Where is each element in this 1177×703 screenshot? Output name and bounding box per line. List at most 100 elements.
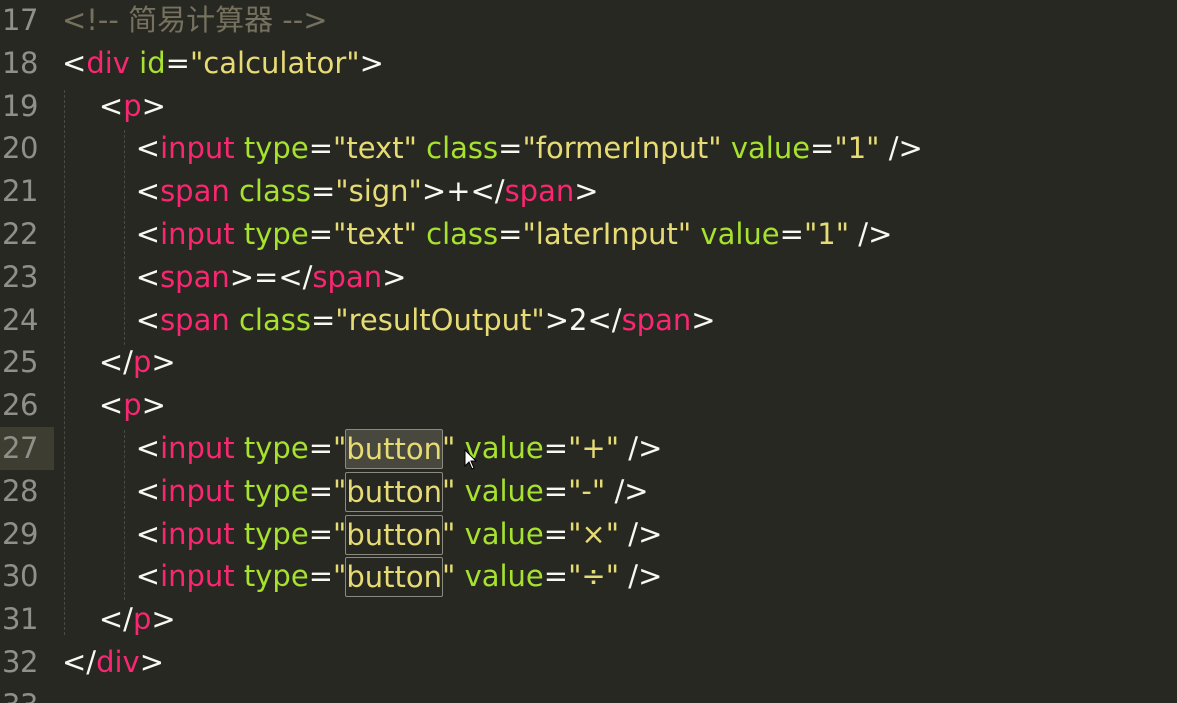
- line-code[interactable]: <div id="calculator">: [62, 42, 384, 85]
- code-line[interactable]: 20 <input type="text" class="formerInput…: [0, 127, 1177, 170]
- code-token: <: [135, 473, 161, 508]
- code-line[interactable]: 30 <input type="button" value="÷" />: [0, 555, 1177, 598]
- code-line[interactable]: 21 <span class="sign">+</span>: [0, 170, 1177, 213]
- code-line[interactable]: 32 </div>: [0, 641, 1177, 684]
- code-line[interactable]: 22 <input type="text" class="laterInput"…: [0, 213, 1177, 256]
- code-line[interactable]: 19 <p>: [0, 85, 1177, 128]
- line-code[interactable]: </p>: [62, 598, 176, 641]
- code-token: ": [442, 559, 456, 594]
- code-line[interactable]: 33: [0, 684, 1177, 703]
- code-token: input: [160, 431, 235, 465]
- line-code[interactable]: <input type="button" value="+" />: [62, 427, 662, 470]
- code-token: span: [621, 302, 692, 337]
- line-code[interactable]: <input type="button" value="×" />: [62, 513, 662, 556]
- code-token: ": [333, 431, 347, 465]
- code-token: >: [141, 88, 166, 123]
- line-number: 27: [2, 431, 38, 465]
- code-token: "text": [333, 131, 417, 166]
- line-number: 23: [2, 259, 38, 294]
- code-token: >: [151, 602, 176, 637]
- line-code[interactable]: <input type="button" value="-" />: [62, 470, 649, 513]
- line-code[interactable]: <p>: [62, 384, 166, 427]
- line-code[interactable]: <span>=</span>: [62, 256, 407, 299]
- code-line[interactable]: 25 </p>: [0, 341, 1177, 384]
- code-line[interactable]: 28 <input type="button" value="-" />: [0, 470, 1177, 513]
- line-number: 21: [2, 174, 38, 209]
- line-number: 32: [2, 645, 38, 679]
- code-token: >=</: [229, 259, 313, 294]
- line-number: 20: [2, 131, 38, 166]
- code-token: input: [160, 516, 235, 551]
- code-token: >: [691, 302, 716, 337]
- code-token: "1": [834, 131, 880, 166]
- code-token: />: [619, 431, 663, 465]
- code-token: value: [730, 131, 811, 166]
- code-line[interactable]: 31 </p>: [0, 598, 1177, 641]
- code-line[interactable]: 17 <!-- 简易计算器 -->: [0, 0, 1177, 42]
- code-line[interactable]: 29 <input type="button" value="×" />: [0, 513, 1177, 556]
- code-editor[interactable]: 17 <!-- 简易计算器 --> 18 <div id="calculator"> 1…: [0, 0, 1177, 703]
- code-token: =: [308, 559, 333, 594]
- code-token: </: [98, 345, 133, 380]
- code-line[interactable]: 26 <p>: [0, 384, 1177, 427]
- code-token: type: [243, 559, 309, 594]
- code-token: span: [504, 174, 575, 209]
- code-token: "sign": [335, 174, 422, 209]
- code-token: ": [442, 431, 456, 465]
- selection-match: button: [345, 514, 443, 555]
- line-code[interactable]: <span class="sign">+</span>: [62, 170, 599, 213]
- code-line[interactable]: 24 <span class="resultOutput">2</span>: [0, 299, 1177, 342]
- code-token: class: [238, 174, 311, 209]
- line-code[interactable]: <p>: [62, 85, 166, 128]
- line-number: 24: [2, 302, 38, 337]
- code-line[interactable]: 18 <div id="calculator">: [0, 42, 1177, 85]
- code-token: <: [135, 559, 161, 594]
- code-token: />: [605, 473, 649, 508]
- line-code[interactable]: <input type="button" value="÷" />: [62, 555, 662, 598]
- code-token: >: [574, 174, 599, 209]
- line-code[interactable]: <!-- 简易计算器 -->: [62, 0, 328, 42]
- line-code[interactable]: <span class="resultOutput">2</span>: [62, 299, 716, 342]
- code-token: >2</: [544, 302, 622, 337]
- code-token: class: [426, 217, 499, 251]
- code-token: type: [243, 473, 309, 508]
- code-token: />: [879, 131, 923, 166]
- line-code[interactable]: </div>: [62, 641, 164, 684]
- line-number: 18: [2, 45, 38, 80]
- line-number: 31: [2, 602, 38, 637]
- code-token: =: [810, 131, 835, 166]
- code-token: span: [160, 302, 230, 337]
- selection-match: button: [345, 557, 443, 598]
- code-line[interactable]: 27 <input type="button" value="+" />: [0, 427, 1177, 470]
- code-token: p: [132, 602, 152, 637]
- line-code[interactable]: <input type="text" class="laterInput" va…: [62, 213, 893, 256]
- code-token: value: [464, 516, 544, 551]
- code-token: type: [243, 131, 309, 166]
- line-number: 22: [2, 217, 38, 251]
- code-line[interactable]: 23 <span>=</span>: [0, 256, 1177, 299]
- code-token: div: [86, 45, 130, 80]
- line-code[interactable]: </p>: [62, 341, 176, 384]
- line-number: 33: [2, 684, 46, 703]
- code-token: =: [543, 473, 569, 508]
- code-token: type: [243, 217, 309, 251]
- code-token: =: [543, 516, 569, 551]
- code-token: =: [308, 516, 333, 551]
- code-token: >: [151, 345, 176, 380]
- line-code[interactable]: <input type="text" class="formerInput" v…: [62, 127, 923, 170]
- code-token: ": [442, 516, 456, 551]
- code-token: span: [312, 259, 383, 294]
